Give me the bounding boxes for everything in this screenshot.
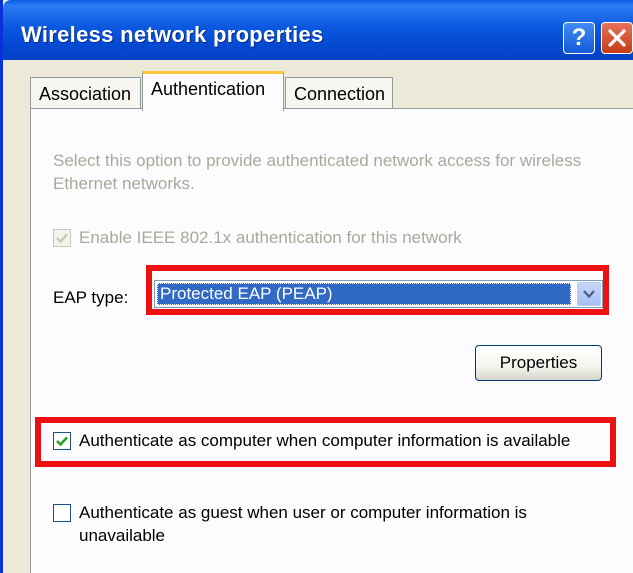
dropdown-arrow-button[interactable]: [577, 282, 601, 306]
help-icon: ?: [571, 24, 587, 51]
auth-as-guest-label[interactable]: Authenticate as guest when user or compu…: [79, 501, 579, 547]
description-text: Select this option to provide authentica…: [53, 151, 582, 193]
auth-as-computer-option[interactable]: Authenticate as computer when computer i…: [53, 431, 570, 451]
eap-type-value: Protected EAP (PEAP): [157, 283, 571, 305]
properties-dialog: Wireless network properties ? Associatio…: [0, 0, 633, 573]
close-icon: [608, 29, 626, 47]
window-title: Wireless network properties: [21, 22, 324, 47]
properties-button[interactable]: Properties: [475, 345, 602, 381]
tab-authentication[interactable]: Authentication: [142, 71, 284, 111]
help-button[interactable]: ?: [563, 22, 595, 54]
checkmark-icon: [56, 233, 68, 244]
auth-as-computer-checkbox[interactable]: [53, 432, 71, 450]
authentication-panel: Select this option to provide authentica…: [30, 108, 633, 573]
enable-8021x-option: Enable IEEE 802.1x authentication for th…: [53, 228, 462, 248]
eap-type-label: EAP type:: [53, 288, 129, 307]
title-bar[interactable]: Wireless network properties ?: [3, 0, 633, 60]
close-button[interactable]: [601, 22, 633, 54]
auth-as-guest-checkbox[interactable]: [53, 504, 71, 522]
auth-as-guest-option[interactable]: Authenticate as guest when user or compu…: [53, 501, 579, 547]
eap-type-dropdown[interactable]: Protected EAP (PEAP): [154, 280, 603, 308]
tab-association[interactable]: Association: [30, 77, 141, 109]
chevron-down-icon: [583, 290, 595, 299]
enable-8021x-label: Enable IEEE 802.1x authentication for th…: [79, 228, 462, 247]
tab-connection[interactable]: Connection: [285, 77, 393, 109]
enable-8021x-checkbox: [53, 229, 71, 247]
checkmark-icon: [56, 436, 68, 447]
auth-as-computer-label[interactable]: Authenticate as computer when computer i…: [79, 431, 570, 451]
